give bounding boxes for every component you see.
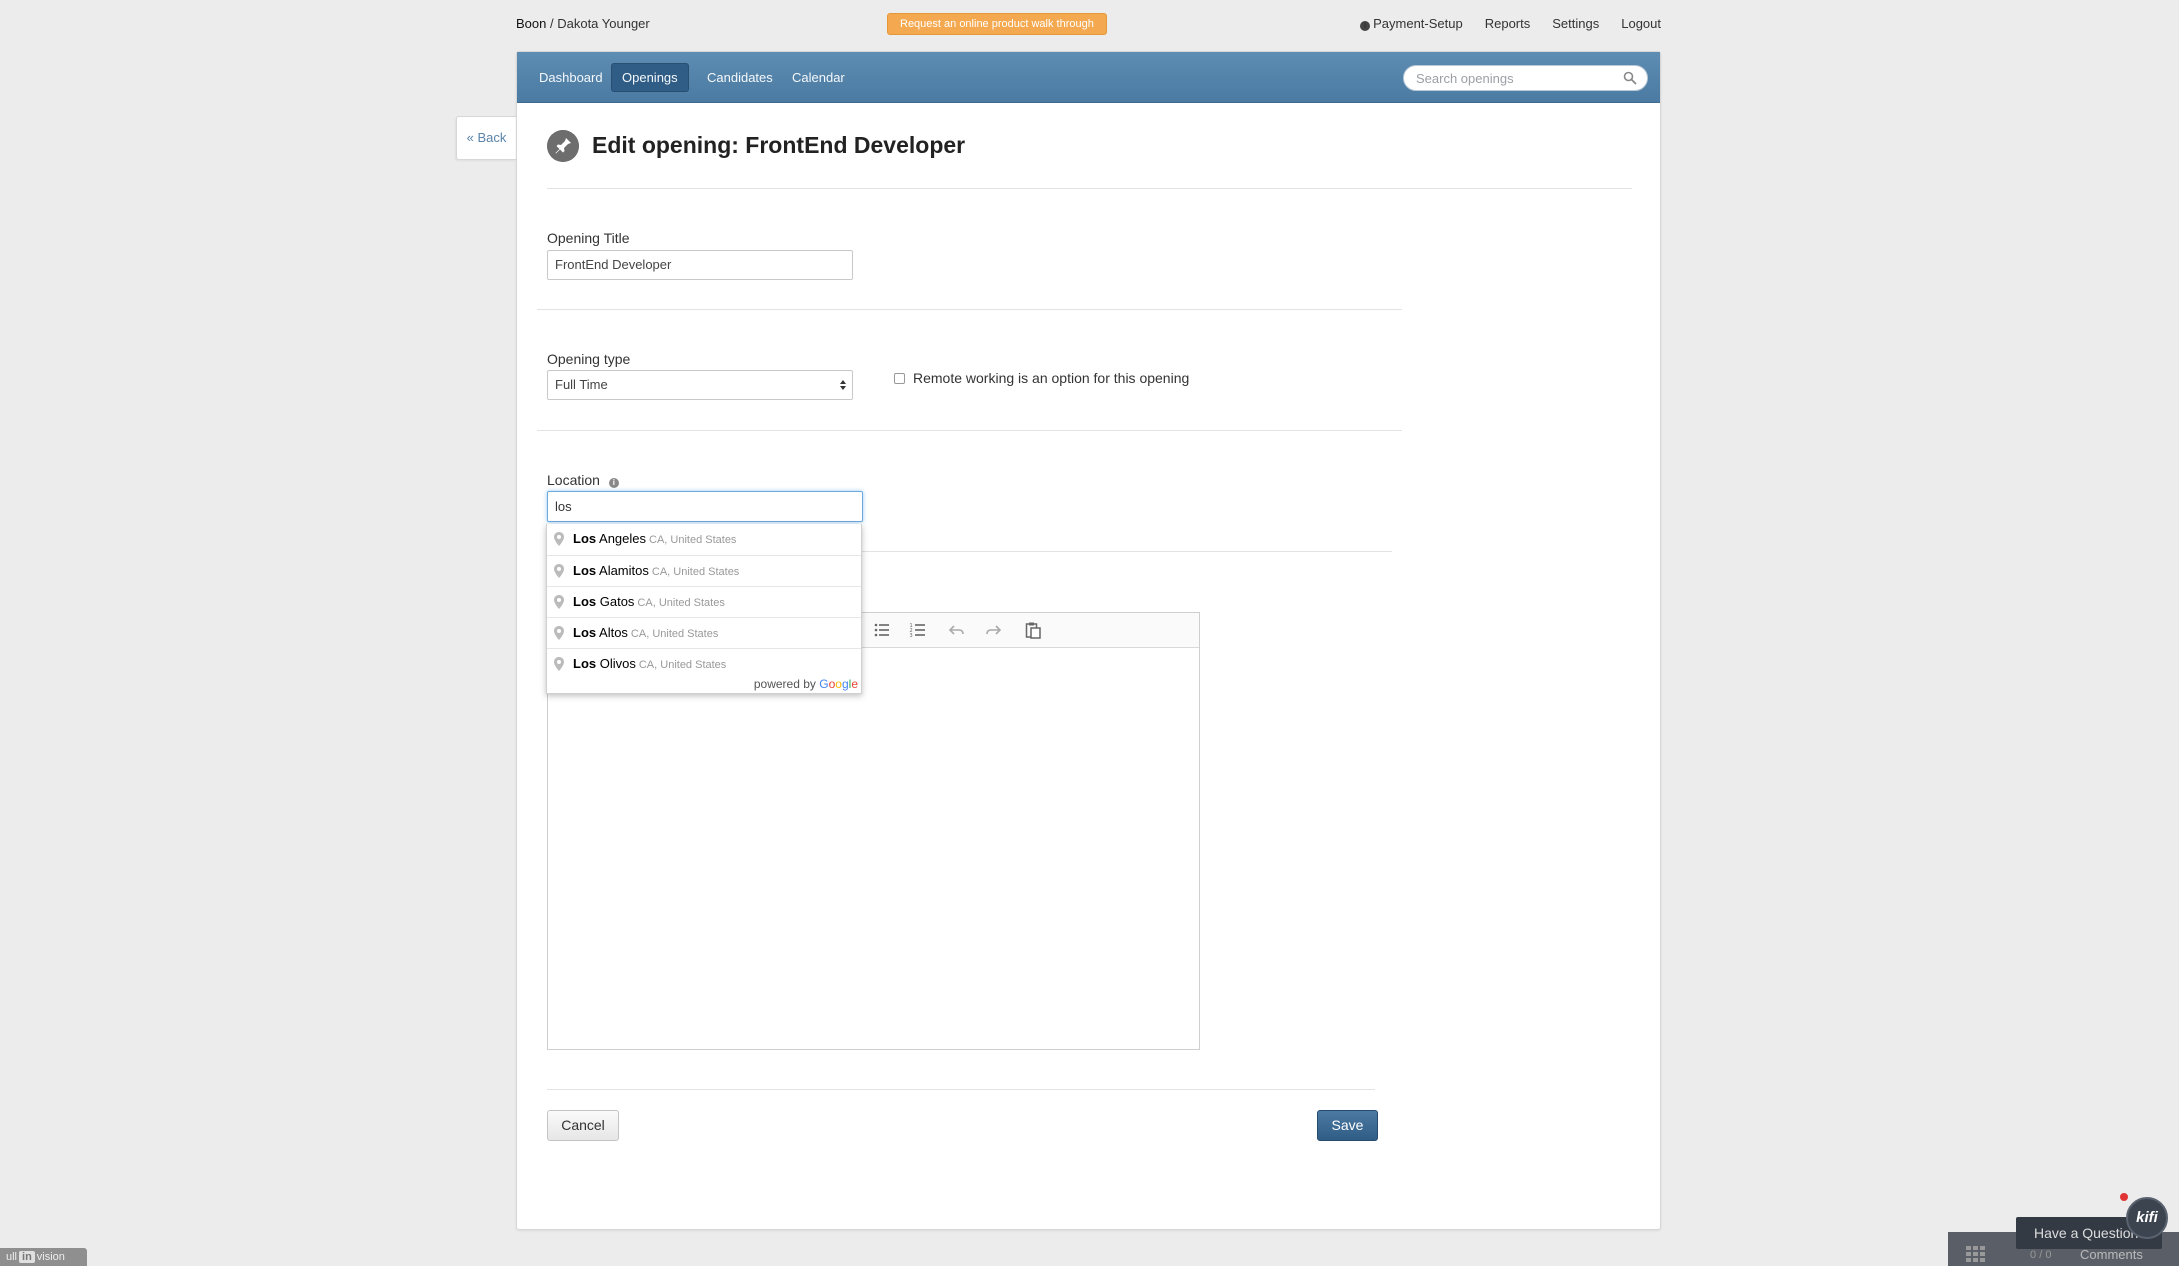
autocomplete-text: Los Angeles CA, United States <box>573 524 736 555</box>
opening-type-value: Full Time <box>555 377 608 392</box>
location-autocomplete: Los Angeles CA, United States Los Alamito… <box>546 524 862 694</box>
section-divider <box>537 430 1402 431</box>
count-separator: / <box>2039 1249 2043 1261</box>
reports-link[interactable]: Reports <box>1485 16 1531 31</box>
title-divider <box>547 188 1632 189</box>
bullet-list-icon[interactable] <box>873 621 891 639</box>
payment-setup-link[interactable]: i Payment-Setup <box>1360 16 1463 31</box>
google-logo: Google <box>819 677 858 691</box>
undo-icon[interactable] <box>948 621 966 639</box>
notification-dot <box>2120 1193 2128 1201</box>
remote-checkbox[interactable] <box>894 373 905 384</box>
top-bar: Boon / Dakota Younger Request an online … <box>516 13 1661 36</box>
count-a: 0 <box>2030 1249 2037 1261</box>
autocomplete-text: Los Alamitos CA, United States <box>573 556 739 587</box>
autocomplete-text: Los Gatos CA, United States <box>573 587 725 618</box>
autocomplete-match: Los <box>573 563 597 578</box>
back-button[interactable]: « Back <box>456 116 516 160</box>
logout-link[interactable]: Logout <box>1621 16 1661 31</box>
section-divider <box>537 309 1402 310</box>
invision-tag: in <box>19 1251 35 1263</box>
company-name[interactable]: Boon <box>516 16 546 31</box>
svg-text:3: 3 <box>910 633 913 639</box>
comment-counts: 0 / 0 <box>2030 1249 2051 1261</box>
autocomplete-item[interactable]: Los Gatos CA, United States <box>547 586 861 617</box>
autocomplete-region: CA, United States <box>637 597 725 609</box>
walkthrough-button[interactable]: Request an online product walk through <box>887 13 1107 35</box>
autocomplete-place: Alamitos <box>596 563 649 578</box>
location-label-text: Location <box>547 472 600 488</box>
map-pin-icon <box>554 595 564 609</box>
tab-dashboard[interactable]: Dashboard <box>529 63 613 92</box>
count-b: 0 <box>2045 1249 2052 1261</box>
paste-icon[interactable] <box>1024 621 1042 639</box>
autocomplete-place: Altos <box>596 625 628 640</box>
powered-by-text: powered by <box>753 677 816 691</box>
autocomplete-match: Los <box>573 594 597 609</box>
comments-button[interactable]: Comments <box>2080 1247 2143 1262</box>
map-pin-icon <box>554 564 564 578</box>
autocomplete-region: CA, United States <box>638 659 727 671</box>
map-pin-icon <box>554 657 564 671</box>
autocomplete-text: Los Altos CA, United States <box>573 618 718 649</box>
autocomplete-match: Los <box>573 625 597 640</box>
user-name[interactable]: Dakota Younger <box>557 16 650 31</box>
main-nav: Dashboard Openings Candidates Calendar <box>517 52 1660 103</box>
remote-label: Remote working is an option for this ope… <box>913 370 1190 386</box>
top-links: i Payment-Setup Reports Settings Logout <box>1360 16 1661 31</box>
google-attribution: powered by Google <box>754 677 858 691</box>
map-pin-icon <box>554 532 564 546</box>
payment-setup-label: Payment-Setup <box>1373 16 1463 31</box>
opening-type-label: Opening type <box>547 351 631 367</box>
search-icon[interactable] <box>1623 71 1637 85</box>
opening-type-select[interactable]: Full Time <box>547 370 853 400</box>
kifi-button[interactable]: kifi <box>2126 1197 2168 1239</box>
redo-icon[interactable] <box>984 621 1002 639</box>
google-letter: G <box>819 677 829 691</box>
tab-openings[interactable]: Openings <box>611 63 689 92</box>
select-arrows-icon <box>840 380 846 390</box>
autocomplete-region: CA, United States <box>649 534 737 546</box>
autocomplete-match: Los <box>573 656 597 671</box>
search-input[interactable] <box>1416 69 1616 87</box>
cancel-button[interactable]: Cancel <box>547 1110 619 1141</box>
info-icon[interactable]: i <box>608 478 619 488</box>
map-pin-icon <box>554 626 564 640</box>
page-title: Edit opening: FrontEnd Developer <box>592 132 966 158</box>
autocomplete-place: Gatos <box>596 594 635 609</box>
tab-calendar[interactable]: Calendar <box>782 63 855 92</box>
google-letter: o <box>835 677 842 691</box>
autocomplete-region: CA, United States <box>651 566 740 578</box>
opening-title-label: Opening Title <box>547 230 630 246</box>
autocomplete-item[interactable]: Los Olivos CA, United States <box>547 648 861 679</box>
autocomplete-place: Olivos <box>596 656 636 671</box>
autocomplete-place: Angeles <box>596 531 646 546</box>
footer-divider <box>547 1089 1375 1090</box>
tab-candidates[interactable]: Candidates <box>697 63 783 92</box>
breadcrumb: Boon / Dakota Younger <box>516 16 650 31</box>
autocomplete-match: Los <box>573 531 597 546</box>
grid-icon[interactable] <box>1966 1246 1988 1264</box>
location-label: Location i <box>547 472 622 488</box>
autocomplete-text: Los Olivos CA, United States <box>573 649 726 680</box>
invision-text: vision <box>36 1251 65 1263</box>
numbered-list-icon[interactable]: 1 2 3 <box>909 621 927 639</box>
save-button[interactable]: Save <box>1317 1110 1378 1141</box>
autocomplete-item[interactable]: Los Angeles CA, United States <box>547 524 861 555</box>
google-letter: g <box>841 677 849 691</box>
location-input[interactable]: los <box>547 491 863 522</box>
autocomplete-item[interactable]: Los Alamitos CA, United States <box>547 555 861 586</box>
pin-icon <box>547 130 579 162</box>
invision-prefix: ull <box>6 1251 18 1263</box>
invision-badge[interactable]: ull in vision <box>0 1248 87 1266</box>
settings-link[interactable]: Settings <box>1552 16 1599 31</box>
opening-title-input[interactable]: FrontEnd Developer <box>547 250 853 280</box>
google-letter: e <box>851 677 858 691</box>
autocomplete-region: CA, United States <box>630 628 719 640</box>
info-icon: i <box>1360 21 1371 31</box>
breadcrumb-separator: / <box>546 16 558 31</box>
autocomplete-item[interactable]: Los Altos CA, United States <box>547 617 861 648</box>
search-box <box>1403 65 1648 91</box>
